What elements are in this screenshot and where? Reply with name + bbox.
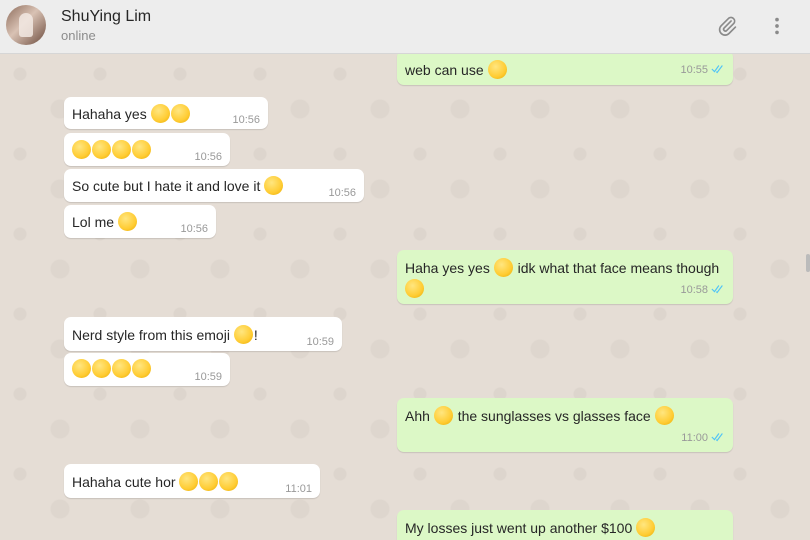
read-ticks-icon <box>711 65 723 74</box>
joy-emoji-icon <box>264 176 284 195</box>
message-text: web can use <box>405 62 484 78</box>
message-incoming[interactable]: 10:59 <box>64 353 230 386</box>
message-text-continued: idk what that face means though <box>517 260 720 276</box>
message-outgoing[interactable]: web can use 10:55 <box>397 54 733 85</box>
message-outgoing[interactable]: Haha yes yes idk what that face means th… <box>397 250 733 304</box>
message-time: 10:56 <box>232 114 260 126</box>
joy-emoji-icon <box>405 279 424 298</box>
message-time: 10:59 <box>194 371 222 383</box>
message-time: 10:56 <box>328 187 356 199</box>
nerd-emoji-icon <box>92 140 111 159</box>
message-text: Ahh <box>405 408 430 424</box>
joy-emoji-icon <box>487 60 507 79</box>
joy-emoji-icon <box>132 359 151 378</box>
joy-emoji-icon <box>433 406 453 425</box>
message-time: 10:55 <box>680 64 708 76</box>
crying-emoji-icon <box>170 104 190 123</box>
message-time: 10:56 <box>194 151 222 163</box>
message-time: 11:01 <box>285 483 312 495</box>
message-outgoing[interactable]: My losses just went up another $100 <box>397 510 733 540</box>
message-outgoing[interactable]: Ahh the sunglasses vs glasses face 11:00 <box>397 398 733 452</box>
contact-avatar[interactable] <box>6 5 46 45</box>
message-list[interactable]: web can use 10:55 Hahaha yes 10:56 10:56… <box>0 54 810 540</box>
joy-emoji-icon <box>92 359 111 378</box>
message-incoming[interactable]: 10:56 <box>64 133 230 166</box>
message-text-continued: ! <box>253 327 258 343</box>
message-text: So cute but I hate it and love it <box>72 178 261 194</box>
message-text: My losses just went up another $100 <box>405 520 633 536</box>
joy-emoji-icon <box>112 359 131 378</box>
message-time: 10:58 <box>680 284 708 296</box>
chat-header: ShuYing Lim online <box>0 0 810 54</box>
sunglasses-emoji-icon <box>233 325 253 344</box>
message-incoming[interactable]: Lol me 10:56 <box>64 205 216 238</box>
read-ticks-icon <box>711 433 723 442</box>
message-time: 10:56 <box>180 223 208 235</box>
joy-emoji-icon <box>493 258 513 277</box>
nerd-emoji-icon <box>72 140 91 159</box>
message-time: 11:00 <box>681 432 708 444</box>
joy-emoji-icon <box>72 359 91 378</box>
nerd-emoji-icon <box>112 140 131 159</box>
joy-emoji-icon <box>117 212 137 231</box>
message-incoming[interactable]: Hahaha yes 10:56 <box>64 97 268 129</box>
message-text-continued: the sunglasses vs glasses face <box>457 408 651 424</box>
joy-emoji-icon <box>654 406 674 425</box>
contact-status: online <box>61 28 96 43</box>
relieved-emoji-icon <box>199 472 219 491</box>
message-text: Haha yes yes <box>405 260 490 276</box>
paperclip-icon[interactable] <box>714 13 740 39</box>
message-text: Nerd style from this emoji <box>72 327 230 343</box>
contact-name[interactable]: ShuYing Lim <box>61 8 151 26</box>
message-time: 10:59 <box>306 336 334 348</box>
message-incoming[interactable]: So cute but I hate it and love it 10:56 <box>64 169 364 202</box>
message-text: Hahaha yes <box>72 106 147 122</box>
scrollbar[interactable] <box>806 254 810 272</box>
more-vertical-icon[interactable] <box>764 13 790 39</box>
message-text: Hahaha cute hor <box>72 474 176 490</box>
crying-emoji-icon <box>150 104 170 123</box>
message-incoming[interactable]: Hahaha cute hor 11:01 <box>64 464 320 498</box>
message-incoming[interactable]: Nerd style from this emoji ! 10:59 <box>64 317 342 351</box>
relieved-emoji-icon <box>179 472 199 491</box>
message-text: Lol me <box>72 214 115 230</box>
hushed-emoji-icon <box>636 518 656 537</box>
read-ticks-icon <box>711 285 723 294</box>
relieved-emoji-icon <box>219 472 239 491</box>
nerd-emoji-icon <box>132 140 151 159</box>
